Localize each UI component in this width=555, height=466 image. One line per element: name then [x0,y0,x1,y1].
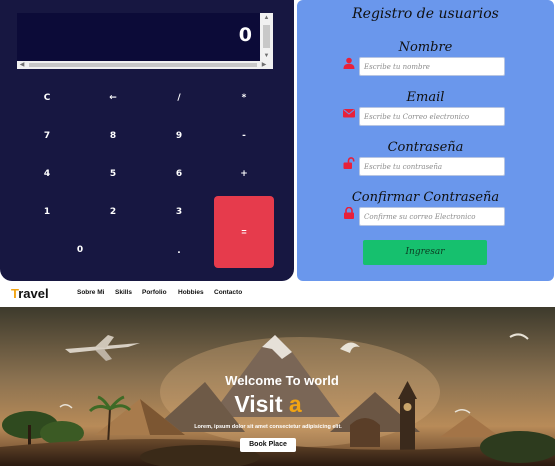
envelope-icon [343,109,355,118]
key-2[interactable]: 2 [88,197,138,227]
key-5[interactable]: 5 [88,159,138,189]
nav-sobre-mi[interactable]: Sobre Mi [77,289,104,296]
key-1[interactable]: 1 [22,197,72,227]
hero-section: Welcome To world Visit a Lorem, ipsum do… [0,307,555,466]
hero-title: Visit a [234,391,302,417]
label-confirmar-contrasena: Confirmar Contraseña [351,190,500,205]
key-0[interactable]: 0 [55,235,105,265]
nav-hobbies[interactable]: Hobbies [178,289,204,296]
hero-subtitle: Welcome To world [225,373,339,388]
user-icon [343,57,355,69]
vertical-scrollbar[interactable]: ▲ ▼ [260,13,273,61]
key-plus[interactable]: + [219,159,269,189]
travel-navbar: Travel Sobre Mi Skills Porfolio Hobbies … [0,281,555,307]
horizontal-scrollbar[interactable]: ◀ ▶ [17,61,273,69]
nombre-input[interactable]: Escribe tu nombre [359,57,505,76]
key-clear[interactable]: C [22,83,72,113]
scroll-down-arrow-icon[interactable]: ▼ [260,51,273,61]
nav-contacto[interactable]: Contacto [214,289,242,296]
key-9[interactable]: 9 [154,121,204,151]
key-minus[interactable]: - [219,121,269,151]
key-4[interactable]: 4 [22,159,72,189]
confirm-password-input[interactable]: Confirme su correo Electronico [359,207,505,226]
scrollbar-thumb[interactable] [263,25,270,48]
unlock-icon [343,157,355,169]
scroll-right-arrow-icon[interactable]: ▶ [259,61,269,69]
scrollbar-thumb[interactable] [29,63,257,67]
nav-skills[interactable]: Skills [115,289,132,296]
brand-logo[interactable]: Travel [11,286,49,301]
key-6[interactable]: 6 [154,159,204,189]
label-nombre: Nombre [398,40,453,55]
ingresar-button[interactable]: Ingresar [363,240,487,265]
key-7[interactable]: 7 [22,121,72,151]
label-email: Email [406,90,445,105]
calculator-display-area: 0 ▲ ▼ ◀ ▶ [17,13,273,69]
key-divide[interactable]: / [154,83,204,113]
lock-icon [344,207,354,219]
key-equals[interactable]: = [214,196,274,268]
book-place-button[interactable]: Book Place [240,438,296,452]
hero-description: Lorem, ipsum dolor sit amet consectetur … [194,424,342,430]
key-multiply[interactable]: * [219,83,269,113]
key-8[interactable]: 8 [88,121,138,151]
label-contrasena: Contraseña [387,140,464,155]
scroll-up-arrow-icon[interactable]: ▲ [260,13,273,23]
key-3[interactable]: 3 [154,197,204,227]
calculator-display: 0 [238,24,252,46]
scroll-left-arrow-icon[interactable]: ◀ [17,61,27,69]
nav-porfolio[interactable]: Porfolio [142,289,167,296]
password-input[interactable]: Escribe tu contraseña [359,157,505,176]
registration-form: Registro de usuarios Nombre Escribe tu n… [297,0,554,281]
key-decimal[interactable]: . [154,236,204,266]
key-backspace[interactable]: ← [88,83,138,113]
calculator: 0 ▲ ▼ ◀ ▶ C ← / * 7 8 9 - 4 5 6 + 1 2 3 … [0,0,294,281]
form-title: Registro de usuarios [352,6,499,22]
email-input[interactable]: Escribe tu Correo electronico [359,107,505,126]
